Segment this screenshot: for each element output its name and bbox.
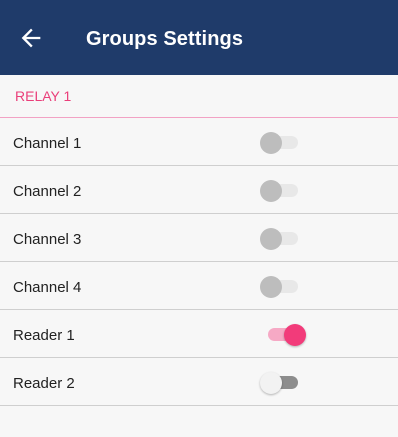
list-item: Channel 3 bbox=[0, 214, 398, 262]
settings-list: Channel 1 Channel 2 Channel 3 Channel 4 … bbox=[0, 118, 398, 406]
list-item-label: Reader 1 bbox=[13, 327, 75, 344]
switch-thumb bbox=[260, 228, 282, 250]
toggle-switch[interactable] bbox=[260, 372, 306, 394]
list-item: Channel 1 bbox=[0, 118, 398, 166]
switch-thumb bbox=[260, 372, 282, 394]
list-item-label: Channel 2 bbox=[13, 183, 82, 200]
back-button[interactable] bbox=[17, 24, 45, 52]
toggle-switch[interactable] bbox=[260, 324, 306, 346]
switch-thumb bbox=[284, 324, 306, 346]
list-item-label: Reader 2 bbox=[13, 375, 75, 392]
list-item: Reader 2 bbox=[0, 358, 398, 406]
section-header: RELAY 1 bbox=[0, 75, 398, 118]
list-item: Channel 2 bbox=[0, 166, 398, 214]
arrow-left-icon bbox=[21, 28, 41, 48]
switch-thumb bbox=[260, 276, 282, 298]
list-item: Channel 4 bbox=[0, 262, 398, 310]
app-bar: Groups Settings bbox=[0, 0, 398, 75]
switch-thumb bbox=[260, 180, 282, 202]
section-title: RELAY 1 bbox=[15, 88, 72, 104]
toggle-switch[interactable] bbox=[260, 228, 306, 250]
toggle-switch[interactable] bbox=[260, 180, 306, 202]
toggle-switch[interactable] bbox=[260, 276, 306, 298]
list-item-label: Channel 3 bbox=[13, 231, 82, 248]
page-title: Groups Settings bbox=[86, 28, 244, 50]
list-item-label: Channel 4 bbox=[13, 279, 82, 296]
list-item-label: Channel 1 bbox=[13, 135, 82, 152]
toggle-switch[interactable] bbox=[260, 132, 306, 154]
list-item: Reader 1 bbox=[0, 310, 398, 358]
switch-thumb bbox=[260, 132, 282, 154]
